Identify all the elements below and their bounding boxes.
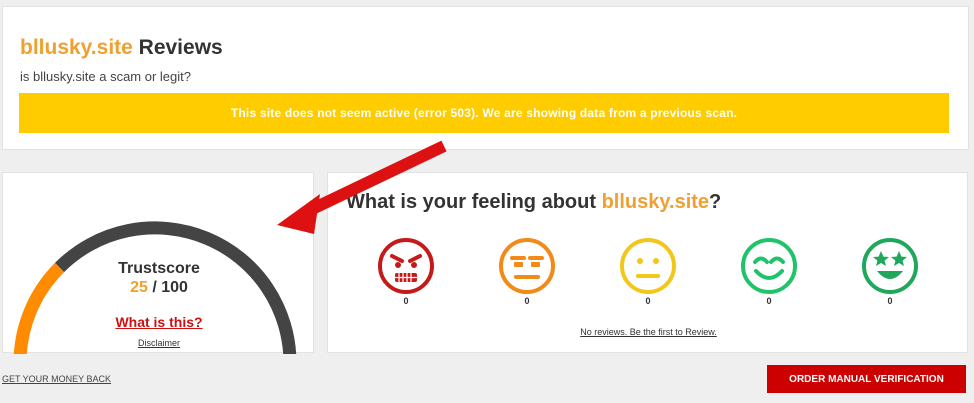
order-manual-verification-button[interactable]: ORDER MANUAL VERIFICATION [767, 365, 966, 393]
money-back-link[interactable]: GET YOUR MONEY BACK [2, 374, 111, 384]
feeling-site-name: bllusky.site [601, 191, 710, 213]
what-is-this-link[interactable]: What is this? [3, 314, 315, 330]
feeling-title: What is your feeling about bllusky.site? [346, 191, 721, 214]
trustscore-card: Trustscore 25 / 100 What is this? Discla… [2, 172, 315, 354]
face-option-star-struck[interactable]: 0 [860, 237, 920, 306]
feeling-card: What is your feeling about bllusky.site?… [327, 172, 968, 353]
smiling-count: 0 [766, 296, 772, 306]
site-name: bllusky.site [20, 36, 133, 59]
trustscore-number: 25 [130, 279, 148, 296]
page-title: bllusky.site Reviews [20, 36, 223, 60]
face-option-unamused[interactable]: 0 [497, 237, 557, 306]
unamused-face-icon[interactable] [498, 237, 556, 295]
face-option-neutral[interactable]: 0 [618, 237, 678, 306]
feeling-prefix: What is your feeling about [346, 191, 602, 213]
page-subtitle: is bllusky.site a scam or legit? [20, 69, 191, 84]
smiling-face-icon[interactable] [740, 237, 798, 295]
disclaimer-link[interactable]: Disclaimer [3, 338, 315, 348]
neutral-face-icon[interactable] [619, 237, 677, 295]
trustscore-max: 100 [161, 279, 188, 296]
star-struck-count: 0 [887, 296, 893, 306]
feeling-suffix: ? [709, 191, 722, 213]
star-struck-face-icon[interactable] [861, 237, 919, 295]
title-suffix: Reviews [132, 36, 223, 59]
face-option-angry[interactable]: 0 [376, 237, 436, 306]
trustscore-label: Trustscore [118, 260, 200, 277]
face-option-smiling[interactable]: 0 [739, 237, 799, 306]
unamused-count: 0 [524, 296, 530, 306]
inactive-site-banner: This site does not seem active (error 50… [19, 93, 949, 133]
neutral-count: 0 [645, 296, 651, 306]
site-header-card: bllusky.site Reviews is bllusky.site a s… [2, 6, 969, 150]
trustscore-separator: / [147, 279, 162, 296]
banner-text: This site does not seem active (error 50… [230, 106, 738, 120]
trustscore-value: 25 / 100 [3, 279, 315, 297]
no-reviews-link[interactable]: No reviews. Be the first to Review. [328, 327, 969, 337]
angry-face-icon[interactable] [377, 237, 435, 295]
angry-count: 0 [403, 296, 409, 306]
